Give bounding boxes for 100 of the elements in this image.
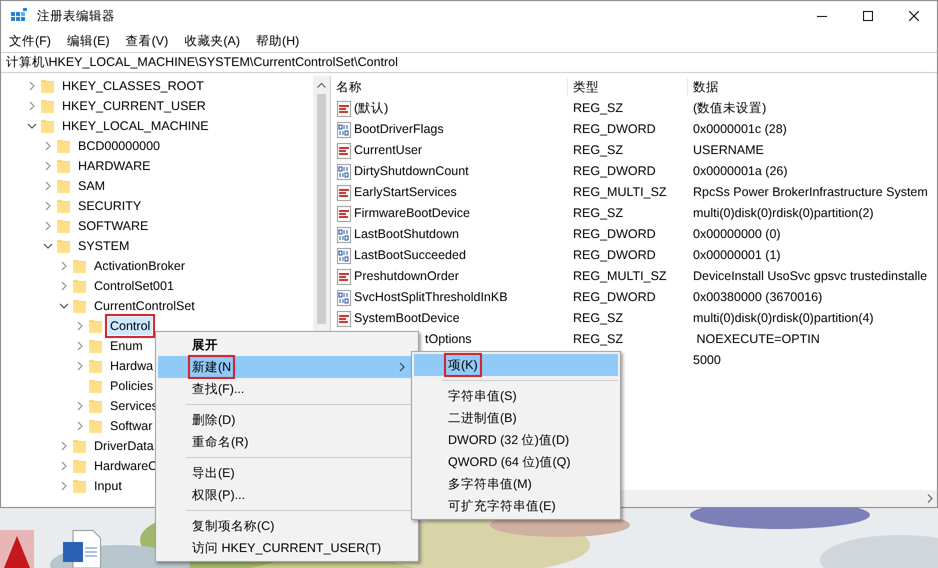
tree-item[interactable]: SECURITY (76, 197, 144, 215)
tree-item[interactable]: SAM (76, 177, 108, 195)
tree-item[interactable]: ActivationBroker (92, 257, 188, 275)
expand-icon[interactable] (75, 361, 85, 371)
tree-item[interactable]: SOFTWARE (76, 217, 150, 235)
binary-value-icon (336, 226, 352, 242)
tree-item[interactable]: HKEY_CURRENT_USER (60, 97, 208, 115)
menu-item[interactable]: DWORD (32 位)值(D) (414, 429, 618, 451)
tree-item[interactable]: HKEY_LOCAL_MACHINE (60, 117, 211, 135)
menu-item[interactable]: 收藏夹(A) (176, 31, 248, 51)
menu-item[interactable]: 文件(F) (1, 31, 59, 51)
string-value-icon (336, 184, 352, 200)
column-header[interactable]: 类型 (568, 78, 688, 96)
menu-item[interactable]: 查看(V) (118, 31, 176, 51)
value-name[interactable]: BootDriverFlags (354, 120, 444, 139)
menu-item[interactable]: 帮助(H) (248, 31, 308, 51)
value-name[interactable]: LastBootShutdown (354, 225, 459, 244)
menu-item[interactable]: 字符串值(S) (414, 385, 618, 407)
folder-icon (89, 399, 102, 413)
menu-item[interactable]: 多字符串值(M) (414, 473, 618, 495)
value-name[interactable]: PreshutdownOrder (354, 267, 459, 286)
value-type: REG_MULTI_SZ (573, 269, 667, 284)
value-type: REG_SZ (573, 101, 624, 116)
app-icon[interactable] (0, 530, 34, 568)
scroll-right-icon[interactable] (927, 494, 933, 503)
collapse-icon[interactable] (59, 301, 69, 311)
document-icon[interactable] (63, 530, 101, 568)
expand-icon[interactable] (27, 101, 37, 111)
tree-item[interactable]: BCD00000000 (76, 137, 162, 155)
value-name[interactable]: SystemBootDevice (354, 309, 460, 328)
value-name[interactable]: LastBootSucceeded (354, 246, 466, 265)
tree-item[interactable]: Softwar (108, 417, 154, 435)
menu-item[interactable]: QWORD (64 位)值(Q) (414, 451, 618, 473)
menu-item[interactable]: 项(K) (414, 354, 618, 376)
collapse-icon[interactable] (27, 121, 37, 131)
tree-item[interactable]: Enum (108, 337, 145, 355)
expand-icon[interactable] (43, 161, 53, 171)
tree-item[interactable]: CurrentControlSet (92, 297, 197, 315)
value-type: REG_SZ (573, 311, 624, 326)
menu-item[interactable]: 二进制值(B) (414, 407, 618, 429)
expand-icon[interactable] (59, 281, 69, 291)
value-name[interactable]: DirtyShutdownCount (354, 162, 469, 181)
expand-icon[interactable] (59, 441, 69, 451)
value-type: REG_SZ (573, 332, 624, 346)
expand-icon[interactable] (59, 461, 69, 471)
folder-icon (89, 339, 102, 353)
tree-item[interactable]: HARDWARE (76, 157, 152, 175)
scroll-up-icon[interactable] (317, 82, 326, 88)
expand-icon[interactable] (43, 201, 53, 211)
string-value-icon (336, 206, 352, 222)
column-header[interactable]: 数据 (688, 78, 937, 96)
tree-item[interactable]: DriverData (92, 437, 156, 455)
value-type: REG_DWORD (573, 164, 656, 178)
expand-icon[interactable] (59, 261, 69, 271)
folder-icon (89, 319, 102, 333)
scroll-thumb[interactable] (317, 94, 326, 324)
tree-item[interactable]: HardwareC (92, 457, 160, 475)
tree-item[interactable]: Control (108, 317, 152, 335)
value-data: multi(0)disk(0)rdisk(0)partition(2) (693, 206, 874, 220)
expand-icon[interactable] (75, 401, 85, 411)
expand-icon[interactable] (75, 341, 85, 351)
tree-item[interactable]: SYSTEM (76, 237, 132, 255)
menu-item[interactable]: 访问 HKEY_CURRENT_USER(T) (158, 537, 416, 559)
menu-item[interactable]: 编辑(E) (58, 31, 118, 51)
folder-icon (57, 219, 70, 233)
menu-item[interactable]: 可扩充字符串值(E) (414, 495, 618, 517)
expand-icon[interactable] (43, 141, 53, 151)
column-header[interactable]: 名称 (331, 78, 568, 96)
expand-icon[interactable] (75, 421, 85, 431)
value-name[interactable]: EarlyStartServices (354, 183, 457, 202)
tree-item[interactable]: ControlSet001 (92, 277, 176, 295)
value-data: 0x00000000 (0) (693, 227, 781, 242)
folder-icon (89, 379, 102, 393)
tree-item[interactable]: Hardwa (108, 357, 156, 375)
value-name[interactable]: FirmwareBootDevice (354, 204, 470, 223)
tree-item[interactable]: HKEY_CLASSES_ROOT (60, 77, 206, 95)
value-name[interactable]: (默认) (354, 99, 388, 118)
binary-value-icon (336, 248, 352, 264)
tree-item[interactable]: Input (92, 477, 124, 495)
value-name[interactable]: CurrentUser (354, 141, 422, 160)
value-type: REG_DWORD (573, 122, 656, 136)
menu-item[interactable]: 展开 (158, 334, 416, 356)
folder-icon (41, 99, 54, 113)
address-bar[interactable]: 计算机\HKEY_LOCAL_MACHINE\SYSTEM\CurrentControlSet\Control (1, 52, 937, 73)
expand-icon[interactable] (43, 221, 53, 231)
value-data: 0x0000001c (28) (693, 122, 787, 136)
registry-icon (11, 8, 29, 24)
folder-icon (57, 179, 70, 193)
expand-icon[interactable] (75, 321, 85, 331)
folder-icon (57, 199, 70, 213)
expand-icon[interactable] (27, 81, 37, 91)
value-name[interactable]: tOptions (425, 330, 472, 349)
expand-icon[interactable] (59, 481, 69, 491)
binary-value-icon (336, 122, 352, 138)
expand-icon[interactable] (43, 181, 53, 191)
collapse-icon[interactable] (43, 241, 53, 251)
tree-item[interactable]: Policies (108, 377, 156, 395)
menu-item[interactable]: 复制项名称(C) (158, 515, 416, 537)
value-name[interactable]: SvcHostSplitThresholdInKB (354, 288, 508, 307)
value-type: REG_MULTI_SZ (573, 185, 667, 200)
